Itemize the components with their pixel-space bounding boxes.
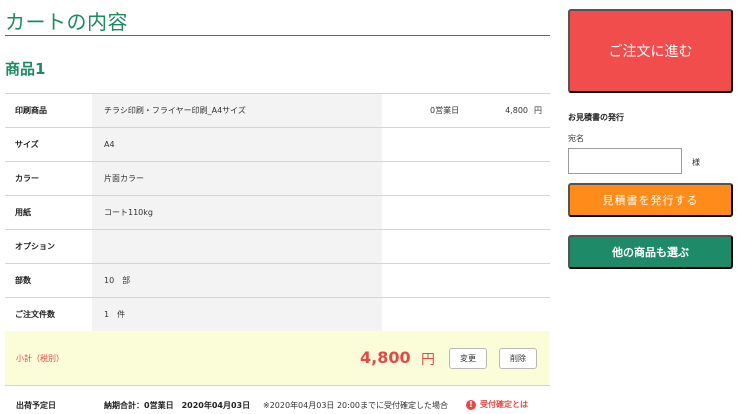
price-cell: 0営業日 4,800 円	[382, 93, 550, 128]
yen-unit: 円	[534, 106, 542, 115]
delete-button[interactable]: 削除	[499, 348, 537, 369]
shipping-note: ※2020年04月03日 20:00までに受付確定した場合	[263, 401, 449, 410]
spec-label: 印刷商品	[5, 93, 92, 128]
shipping-label: 出荷予定日	[16, 401, 56, 410]
estimate-title: お見積書の発行	[568, 113, 624, 122]
honorific-label: 様	[692, 158, 700, 167]
table-row: ご注文件数 1 件	[5, 297, 550, 332]
spec-value: 1 件	[92, 297, 382, 332]
table-row: カラー 片面カラー	[5, 161, 550, 196]
table-row: オプション	[5, 229, 550, 264]
change-button[interactable]: 変更	[449, 348, 487, 369]
addressee-input[interactable]	[568, 148, 682, 174]
spec-value: A4	[92, 127, 382, 162]
empty-cell	[382, 195, 550, 230]
cart-main: カートの内容 商品1 印刷商品 チラシ印刷・フライヤー印刷_A4サイズ 0営業日…	[0, 0, 551, 414]
spec-value: コート110kg	[92, 195, 382, 230]
cart-sidebar: ご注文に進む お見積書の発行 宛名 様 見積書を発行する 他の商品も選ぶ	[568, 0, 733, 414]
table-row: 印刷商品 チラシ印刷・フライヤー印刷_A4サイズ 0営業日 4,800 円	[5, 93, 550, 128]
table-row: サイズ A4	[5, 127, 550, 162]
table-row: 部数 10 部	[5, 263, 550, 298]
unit-price: 4,800	[505, 106, 528, 115]
shipping-row: 出荷予定日 納期合計：0営業日 2020年04月03日 ※2020年04月03日…	[5, 394, 550, 414]
spec-label: 用紙	[5, 195, 92, 230]
subtotal-row: 小計（税別） 4,800 円 変更 削除	[5, 331, 550, 386]
spec-label: オプション	[5, 229, 92, 264]
business-days: 0営業日	[430, 106, 460, 115]
spec-label: 部数	[5, 263, 92, 298]
title-divider	[5, 35, 550, 36]
acceptance-info-link-label: 受付確定とは	[480, 400, 528, 409]
spec-value	[92, 229, 382, 264]
spec-value: 片面カラー	[92, 161, 382, 196]
spec-table: 印刷商品 チラシ印刷・フライヤー印刷_A4サイズ 0営業日 4,800 円 サイ…	[5, 93, 550, 332]
proceed-to-order-button[interactable]: ご注文に進む	[568, 9, 733, 93]
spec-label: サイズ	[5, 127, 92, 162]
spec-value: 10 部	[92, 263, 382, 298]
alert-circle-icon: !	[466, 399, 476, 410]
empty-cell	[382, 297, 550, 332]
issue-estimate-button[interactable]: 見積書を発行する	[568, 183, 733, 217]
page-title: カートの内容	[5, 10, 128, 34]
subtotal-yen: 円	[421, 352, 435, 368]
empty-cell	[382, 263, 550, 298]
spec-label: ご注文件数	[5, 297, 92, 332]
empty-cell	[382, 127, 550, 162]
choose-other-products-button[interactable]: 他の商品も選ぶ	[568, 235, 733, 269]
spec-value: チラシ印刷・フライヤー印刷_A4サイズ	[92, 93, 382, 128]
spec-label: カラー	[5, 161, 92, 196]
table-row: 用紙 コート110kg	[5, 195, 550, 230]
empty-cell	[382, 229, 550, 264]
product-heading: 商品1	[5, 60, 46, 78]
addressee-label: 宛名	[568, 134, 584, 143]
empty-cell	[382, 161, 550, 196]
acceptance-info-link[interactable]: ! 受付確定とは	[466, 399, 528, 410]
subtotal-amount: 4,800	[360, 348, 411, 367]
subtotal-label: 小計（税別）	[16, 354, 64, 363]
shipping-detail: 納期合計：0営業日 2020年04月03日	[104, 401, 251, 410]
